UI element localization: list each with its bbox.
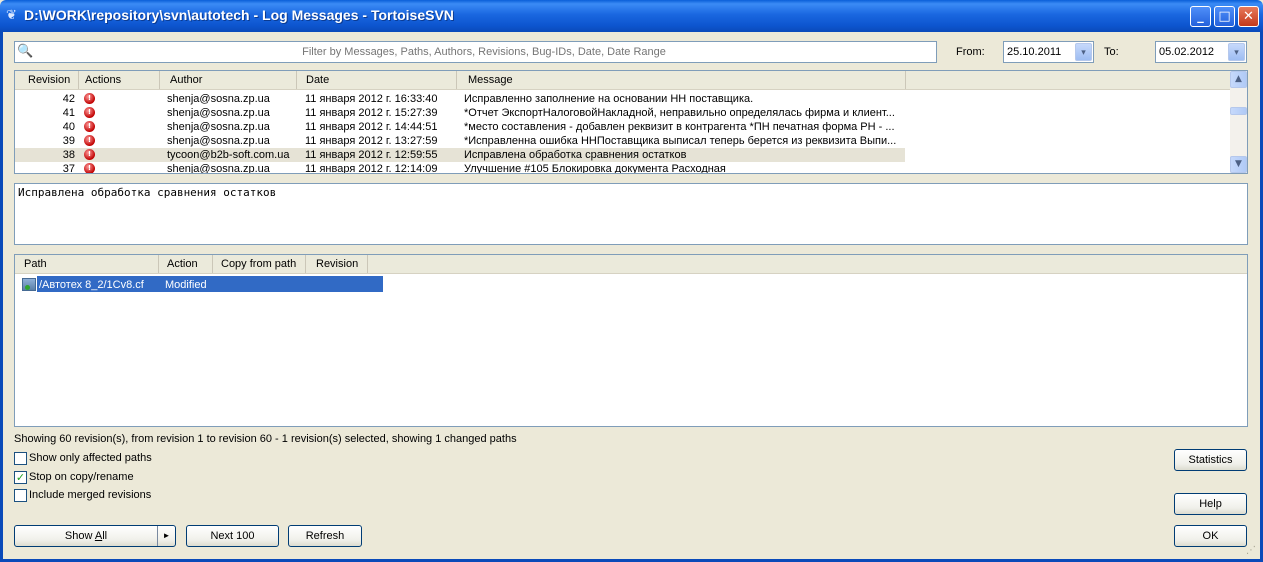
message-cell: *Отчет ЭкспортНалоговойНакладной, неправ…	[464, 107, 895, 119]
filter-box[interactable]: 🔍	[14, 41, 937, 63]
column-header-actions[interactable]: Actions	[79, 71, 160, 89]
log-row[interactable]: 39 ! shenja@sosna.zp.ua 11 января 2012 г…	[15, 134, 905, 148]
filter-input[interactable]	[39, 43, 929, 61]
refresh-button[interactable]: Refresh	[288, 525, 362, 547]
minimize-icon: _	[1197, 9, 1204, 24]
column-header-date[interactable]: Date	[297, 71, 457, 89]
date-cell: 11 января 2012 г. 12:59:55	[305, 149, 438, 161]
revision-cell: 41	[62, 107, 75, 119]
column-header-revision[interactable]: Revision	[306, 255, 368, 273]
show-only-affected-label[interactable]: Show only affected paths	[29, 452, 152, 464]
title-bar[interactable]: ❦ D:\WORK\repository\svn\autotech - Log …	[0, 0, 1263, 32]
minimize-button[interactable]: _	[1190, 6, 1211, 27]
date-cell: 11 января 2012 г. 16:33:40	[305, 93, 438, 105]
log-list-header: Revision Actions Author Date Message	[15, 71, 1231, 90]
log-message-box[interactable]: Исправлена обработка сравнения остатков	[14, 183, 1248, 245]
to-date-dropdown-icon[interactable]: ▾	[1228, 43, 1245, 61]
modified-icon: !	[84, 135, 95, 146]
action-cell: Modified	[165, 279, 207, 291]
log-row[interactable]: 40 ! shenja@sosna.zp.ua 11 января 2012 г…	[15, 120, 905, 134]
log-row-selected[interactable]: 38 ! tycoon@b2b-soft.com.ua 11 января 20…	[15, 148, 905, 162]
message-cell: Улучшение #105 Блокировка документа Расх…	[464, 163, 726, 174]
author-cell: shenja@sosna.zp.ua	[167, 107, 270, 119]
modified-icon: !	[84, 163, 95, 173]
show-all-split-button[interactable]: Show All ►	[14, 525, 176, 547]
message-cell: *Исправленна ошибка ННПоставщика выписал…	[464, 135, 897, 147]
column-header-copy-from-path[interactable]: Copy from path	[213, 255, 306, 273]
include-merged-label[interactable]: Include merged revisions	[29, 489, 151, 501]
show-all-button[interactable]: Show All	[15, 526, 157, 546]
log-row[interactable]: 41 ! shenja@sosna.zp.ua 11 января 2012 г…	[15, 106, 905, 120]
changed-paths-list[interactable]: Path Action Copy from path Revision /Авт…	[14, 254, 1248, 427]
date-cell: 11 января 2012 г. 12:14:09	[305, 163, 438, 174]
revision-cell: 38	[62, 149, 75, 161]
ok-button[interactable]: OK	[1174, 525, 1247, 547]
scroll-thumb[interactable]	[1230, 107, 1247, 115]
status-text: Showing 60 revision(s), from revision 1 …	[14, 433, 517, 445]
file-modified-icon	[22, 278, 36, 291]
window-frame-left	[0, 32, 3, 562]
show-all-dropdown-arrow-icon[interactable]: ►	[157, 526, 175, 546]
maximize-button[interactable]: □	[1214, 6, 1235, 27]
author-cell: shenja@sosna.zp.ua	[167, 135, 270, 147]
scroll-up-icon[interactable]: ▲	[1230, 71, 1247, 88]
modified-icon: !	[84, 107, 95, 118]
author-cell: shenja@sosna.zp.ua	[167, 93, 270, 105]
author-cell: shenja@sosna.zp.ua	[167, 121, 270, 133]
close-icon: ✕	[1243, 9, 1254, 24]
to-date-picker[interactable]: 05.02.2012 ▾	[1155, 41, 1247, 63]
date-cell: 11 января 2012 г. 14:44:51	[305, 121, 438, 133]
message-cell: Исправленно заполнение на основании НН п…	[464, 93, 754, 105]
tortoise-icon: ❦	[6, 8, 17, 23]
from-date-value: 25.10.2011	[1007, 46, 1062, 58]
to-label: To:	[1104, 46, 1119, 58]
message-cell: Исправлена обработка сравнения остатков	[464, 149, 687, 161]
scroll-down-icon[interactable]: ▼	[1230, 156, 1247, 173]
date-cell: 11 января 2012 г. 15:27:39	[305, 107, 438, 119]
statistics-button[interactable]: Statistics	[1174, 449, 1247, 471]
log-row[interactable]: 37 ! shenja@sosna.zp.ua 11 января 2012 г…	[15, 162, 905, 174]
revision-cell: 39	[62, 135, 75, 147]
show-all-label-pre: Show	[64, 530, 95, 542]
show-only-affected-checkbox[interactable]	[14, 452, 27, 465]
stop-on-copy-checkbox[interactable]: ✓	[14, 471, 27, 484]
from-date-dropdown-icon[interactable]: ▾	[1075, 43, 1092, 61]
from-label: From:	[956, 46, 985, 58]
date-cell: 11 января 2012 г. 13:27:59	[305, 135, 438, 147]
log-message-text: Исправлена обработка сравнения остатков	[18, 186, 277, 199]
column-header-author[interactable]: Author	[160, 71, 297, 89]
paths-list-header: Path Action Copy from path Revision	[15, 255, 1247, 274]
window-title: D:\WORK\repository\svn\autotech - Log Me…	[24, 7, 454, 23]
log-list[interactable]: Revision Actions Author Date Message 42 …	[14, 70, 1248, 174]
next-100-button[interactable]: Next 100	[186, 525, 279, 547]
modified-icon: !	[84, 121, 95, 132]
column-header-path[interactable]: Path	[15, 255, 159, 273]
show-all-label-post: ll	[102, 530, 108, 542]
from-date-picker[interactable]: 25.10.2011 ▾	[1003, 41, 1094, 63]
author-cell: tycoon@b2b-soft.com.ua	[167, 149, 290, 161]
resize-grip-icon[interactable]: ⋰	[1246, 545, 1258, 557]
message-cell: *место составления - добавлен реквизит в…	[464, 121, 895, 133]
revision-cell: 40	[62, 121, 75, 133]
revision-cell: 37	[62, 163, 75, 174]
search-icon[interactable]: 🔍	[17, 43, 35, 61]
column-header-revision[interactable]: Revision	[15, 71, 79, 89]
revision-cell: 42	[62, 93, 75, 105]
modified-icon: !	[84, 93, 95, 104]
maximize-icon: □	[1218, 9, 1231, 24]
author-cell: shenja@sosna.zp.ua	[167, 163, 270, 174]
include-merged-checkbox[interactable]	[14, 489, 27, 502]
column-header-message[interactable]: Message	[457, 71, 906, 89]
stop-on-copy-label[interactable]: Stop on copy/rename	[29, 471, 134, 483]
check-icon: ✓	[15, 471, 26, 484]
log-list-scrollbar[interactable]: ▲ ▼	[1230, 71, 1247, 173]
column-header-action[interactable]: Action	[159, 255, 213, 273]
to-date-value: 05.02.2012	[1159, 46, 1215, 58]
close-button[interactable]: ✕	[1238, 6, 1259, 27]
help-button[interactable]: Help	[1174, 493, 1247, 515]
path-cell: /Автотех 8_2/1Cv8.cf	[39, 279, 144, 291]
modified-icon: !	[84, 149, 95, 160]
log-row[interactable]: 42 ! shenja@sosna.zp.ua 11 января 2012 г…	[15, 92, 905, 106]
